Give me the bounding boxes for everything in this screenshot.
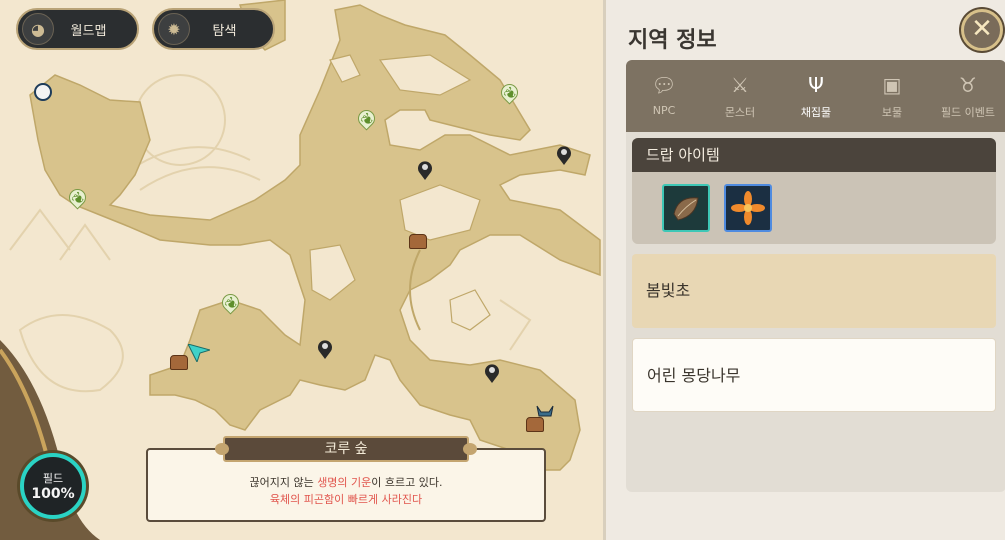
info-tabs: 💬︎ NPC ⚔ 몬스터 Ψ 채집물 ▣ 보물 ♉︎ 필드 이벤트	[626, 60, 1005, 132]
region-name-banner: 코루 숲	[215, 436, 477, 462]
worldmap-button-label: 월드맵	[70, 23, 107, 39]
close-icon: ✕	[971, 14, 993, 44]
tab-monster[interactable]: ⚔ 몬스터	[702, 60, 778, 132]
panel-title: 지역 정보	[628, 28, 717, 53]
world-map-view[interactable]: ◕ 월드맵 ✹ 탐색 ❦ ❦ ❦ ❦ 코루 숲 끊어지지 않는 생명의 기운이 …	[0, 0, 603, 540]
flower-icon	[731, 191, 765, 225]
field-gauge-value: 100%	[31, 486, 75, 502]
npc-pin-icon[interactable]	[484, 363, 500, 383]
gathering-leaf-icon[interactable]: ❦	[218, 290, 243, 315]
region-description-line-2: 육체의 피곤함이 빠르게 사라진다	[269, 493, 423, 506]
drop-items-header: 드랍 아이템	[632, 138, 996, 172]
explore-button-label: 탐색	[212, 23, 237, 39]
drop-item-slot[interactable]	[662, 184, 710, 232]
sprout-icon: Ψ	[808, 73, 824, 97]
world-globe-icon: ◕	[22, 13, 54, 45]
tab-content: 드랍 아이템 봄빛초 어린 몽당나무	[626, 132, 1005, 492]
gathering-list-item-selected[interactable]: 봄빛초	[632, 254, 996, 328]
gathering-list-item[interactable]: 어린 몽당나무	[632, 338, 996, 412]
npc-pin-icon[interactable]	[556, 145, 572, 165]
tab-gathering[interactable]: Ψ 채집물	[778, 60, 854, 132]
tab-label: 채집물	[800, 106, 832, 119]
npc-pin-icon[interactable]	[317, 339, 333, 359]
worldmap-button[interactable]: ◕ 월드맵	[16, 8, 139, 50]
treasure-chest-icon[interactable]	[170, 355, 188, 370]
desc-text: 끊어지지 않는	[249, 476, 318, 489]
tab-label: 필드 이벤트	[940, 106, 996, 119]
chest-icon: ▣	[882, 73, 902, 97]
speech-bubble-icon: 💬︎	[651, 73, 677, 97]
field-gauge-label: 필드	[42, 472, 64, 485]
region-description-line-1: 끊어지지 않는 생명의 기운이 흐르고 있다.	[148, 474, 544, 491]
tab-label: 보물	[881, 106, 903, 119]
drop-items-card: 드랍 아이템	[632, 138, 996, 244]
treasure-chest-icon[interactable]	[409, 234, 427, 249]
compass-icon: ✹	[158, 13, 190, 45]
player-position-arrow-icon	[188, 344, 210, 362]
tab-treasure[interactable]: ▣ 보물	[854, 60, 930, 132]
tab-label: NPC	[652, 104, 676, 117]
gathering-leaf-icon[interactable]: ❦	[497, 80, 522, 105]
drop-item-slot[interactable]	[724, 184, 772, 232]
npc-pin-icon[interactable]	[417, 160, 433, 180]
horned-helmet-icon: ♉︎	[959, 73, 977, 97]
desc-text: 이 흐르고 있다.	[371, 476, 443, 489]
seed-icon	[673, 197, 699, 221]
tab-npc[interactable]: 💬︎ NPC	[626, 60, 702, 132]
explore-button[interactable]: ✹ 탐색	[152, 8, 275, 50]
tab-label: 몬스터	[724, 106, 756, 119]
crossed-swords-icon: ⚔	[731, 73, 749, 97]
region-info-panel: 지역 정보 ✕ 💬︎ NPC ⚔ 몬스터 Ψ 채집물 ▣ 보물 ♉︎ 필드 이벤…	[603, 0, 1005, 540]
desc-highlight: 생명의 기운	[317, 476, 372, 489]
close-button[interactable]: ✕	[961, 9, 1003, 51]
portal-marker-icon[interactable]	[34, 83, 52, 101]
field-event-helmet-icon[interactable]	[535, 404, 555, 420]
tab-field-event[interactable]: ♉︎ 필드 이벤트	[930, 60, 1005, 132]
gathering-leaf-icon[interactable]: ❦	[65, 185, 90, 210]
field-gauge[interactable]: 필드 100%	[20, 453, 86, 519]
gathering-leaf-icon[interactable]: ❦	[354, 106, 379, 131]
